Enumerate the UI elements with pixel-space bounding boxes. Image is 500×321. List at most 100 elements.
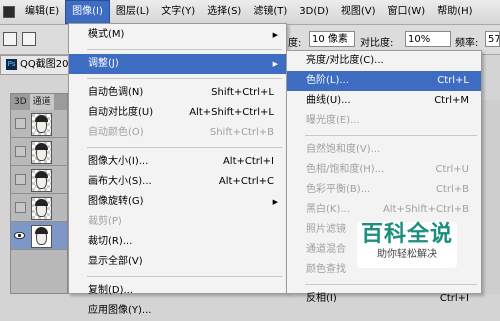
menu-item-shortcut: Shift+Ctrl+L	[211, 87, 274, 98]
frequency-label: 频率:	[455, 38, 479, 49]
menu-item[interactable]: 自动对比度(U) Alt+Shift+Ctrl+L	[69, 103, 286, 123]
menu-item[interactable]: 图像旋转(G) ▶	[69, 192, 286, 212]
frequency-input[interactable]: 57	[485, 31, 500, 47]
menu-item[interactable]: 图像大小(I)... Alt+Ctrl+I	[69, 152, 286, 172]
menu-item-shortcut: Alt+Ctrl+I	[222, 156, 274, 167]
tab-channels[interactable]: 通道	[29, 94, 54, 110]
menu-separator	[87, 276, 282, 277]
menu-item[interactable]: 应用图像(Y)...	[69, 301, 286, 321]
menu-separator	[87, 49, 282, 50]
layer-thumbnail	[31, 113, 52, 136]
layer-row-selected[interactable]	[11, 222, 67, 250]
menu-item-shortcut: Ctrl+I	[439, 293, 469, 304]
menu-item-label: 自动色调(N)	[88, 87, 144, 98]
menu-item-label: 裁切(R)...	[88, 236, 133, 247]
layer-thumbnail	[31, 169, 52, 192]
menu-item[interactable]: 模式(M) ▶	[69, 25, 286, 45]
menu-item-label: 反相(I)	[306, 293, 337, 304]
selection-mode-icon[interactable]	[22, 32, 36, 46]
menu-select[interactable]: 选择(S)	[201, 1, 247, 23]
contrast-input[interactable]: 10%	[405, 31, 451, 47]
menu-separator	[87, 147, 282, 148]
tool-preset-icon[interactable]	[3, 32, 17, 46]
menu-3d[interactable]: 3D(D)	[293, 1, 335, 23]
eye-icon[interactable]	[14, 230, 25, 241]
menu-item-label: 复制(D)...	[88, 285, 134, 296]
tolerance-label: 度:	[288, 38, 302, 49]
visibility-checkbox[interactable]	[15, 118, 26, 129]
menu-help[interactable]: 帮助(H)	[431, 1, 478, 23]
app-icon	[3, 6, 15, 18]
layer-row[interactable]	[11, 138, 67, 166]
menu-item-shortcut: Alt+Shift+Ctrl+L	[189, 107, 274, 118]
menu-item[interactable]: 色阶(L)... Ctrl+L	[287, 71, 481, 91]
menu-item[interactable]: 反相(I) Ctrl+I	[287, 289, 481, 309]
layer-row[interactable]	[11, 110, 67, 138]
menu-item-label: 曝光度(E)...	[306, 115, 360, 126]
menu-item-label: 图像旋转(G)	[88, 196, 144, 207]
menu-view[interactable]: 视图(V)	[335, 1, 382, 23]
layer-thumbnail	[31, 197, 52, 220]
menu-filter[interactable]: 滤镜(T)	[247, 1, 293, 23]
submenu-arrow-icon: ▶	[272, 60, 278, 68]
visibility-checkbox[interactable]	[15, 146, 26, 157]
layer-row[interactable]	[11, 194, 67, 222]
menu-item-shortcut: Shift+Ctrl+B	[209, 127, 274, 138]
menu-item-label: 黑白(K)...	[306, 204, 350, 215]
document-title: QQ截图20	[20, 59, 69, 70]
menu-item: 色相/饱和度(H)... Ctrl+U	[287, 160, 481, 180]
menu-item: 黑白(K)... Alt+Shift+Ctrl+B	[287, 200, 481, 220]
menu-item-label: 色阶(L)...	[306, 75, 349, 86]
menu-item[interactable]: 亮度/对比度(C)...	[287, 51, 481, 71]
menu-image[interactable]: 图像(I)	[65, 0, 110, 24]
menu-item-label: 自然饱和度(V)...	[306, 144, 381, 155]
menu-separator	[87, 78, 282, 79]
submenu-arrow-icon: ▶	[272, 31, 278, 39]
menu-item[interactable]: 裁切(R)...	[69, 232, 286, 252]
layer-thumbnail	[31, 225, 52, 248]
menu-item-shortcut: Alt+Shift+Ctrl+B	[382, 204, 469, 215]
menu-item-label: 照片滤镜	[306, 224, 346, 235]
menu-type[interactable]: 文字(Y)	[155, 1, 201, 23]
menu-item[interactable]: 显示全部(V)	[69, 252, 286, 272]
image-menu: 模式(M) ▶ 调整(J) ▶ 自动色调(N) Shift+Ctrl+L 自动对比度(U) A…	[68, 23, 287, 316]
canvas-area	[480, 100, 500, 294]
watermark-title: 百科全说	[360, 222, 453, 247]
menu-item-label: 色彩平衡(B)...	[306, 184, 371, 195]
menu-item-shortcut: Alt+Ctrl+C	[218, 176, 274, 187]
menu-item[interactable]: 调整(J) ▶	[69, 54, 286, 74]
menu-item: 曝光度(E)...	[287, 111, 481, 131]
menu-item-label: 亮度/对比度(C)...	[306, 55, 384, 66]
menu-item-label: 图像大小(I)...	[88, 156, 149, 167]
menu-window[interactable]: 窗口(W)	[382, 1, 432, 23]
menu-item-label: 画布大小(S)...	[88, 176, 152, 187]
menu-item-shortcut: Ctrl+U	[435, 164, 470, 175]
tolerance-input[interactable]: 10 像素	[309, 31, 355, 47]
menu-item-label: 显示全部(V)	[88, 256, 143, 267]
menu-item-label: 模式(M)	[88, 29, 125, 40]
submenu-arrow-icon: ▶	[272, 198, 278, 206]
menu-item[interactable]: 画布大小(S)... Alt+Ctrl+C	[69, 172, 286, 192]
layer-row[interactable]	[11, 166, 67, 194]
menu-item-label: 通道混合	[306, 244, 346, 255]
contrast-label: 对比度:	[360, 38, 394, 49]
ps-file-icon: Ps	[6, 58, 17, 70]
menu-item-label: 调整(J)	[88, 58, 119, 69]
menu-item[interactable]: 曲线(U)... Ctrl+M	[287, 91, 481, 111]
visibility-checkbox[interactable]	[15, 174, 26, 185]
menu-item-label: 色相/饱和度(H)...	[306, 164, 385, 175]
menu-item[interactable]: 自动色调(N) Shift+Ctrl+L	[69, 83, 286, 103]
tab-3d[interactable]: 3D	[11, 94, 30, 110]
menu-item-label: 颜色查找	[306, 264, 346, 275]
menu-bar: 编辑(E) 图像(I) 图层(L) 文字(Y) 选择(S) 滤镜(T) 3D(D…	[0, 0, 500, 25]
menu-edit[interactable]: 编辑(E)	[19, 1, 65, 23]
menu-item-label: 自动对比度(U)	[88, 107, 154, 118]
watermark: 百科全说 助你轻松解决	[357, 222, 457, 268]
menu-item: 自动颜色(O) Shift+Ctrl+B	[69, 123, 286, 143]
menu-layer[interactable]: 图层(L)	[110, 1, 155, 23]
menu-item[interactable]: 复制(D)...	[69, 281, 286, 301]
menu-item-label: 应用图像(Y)...	[88, 305, 152, 316]
visibility-checkbox[interactable]	[15, 202, 26, 213]
menu-item-shortcut: Ctrl+L	[437, 75, 469, 86]
menu-item: 自然饱和度(V)...	[287, 140, 481, 160]
